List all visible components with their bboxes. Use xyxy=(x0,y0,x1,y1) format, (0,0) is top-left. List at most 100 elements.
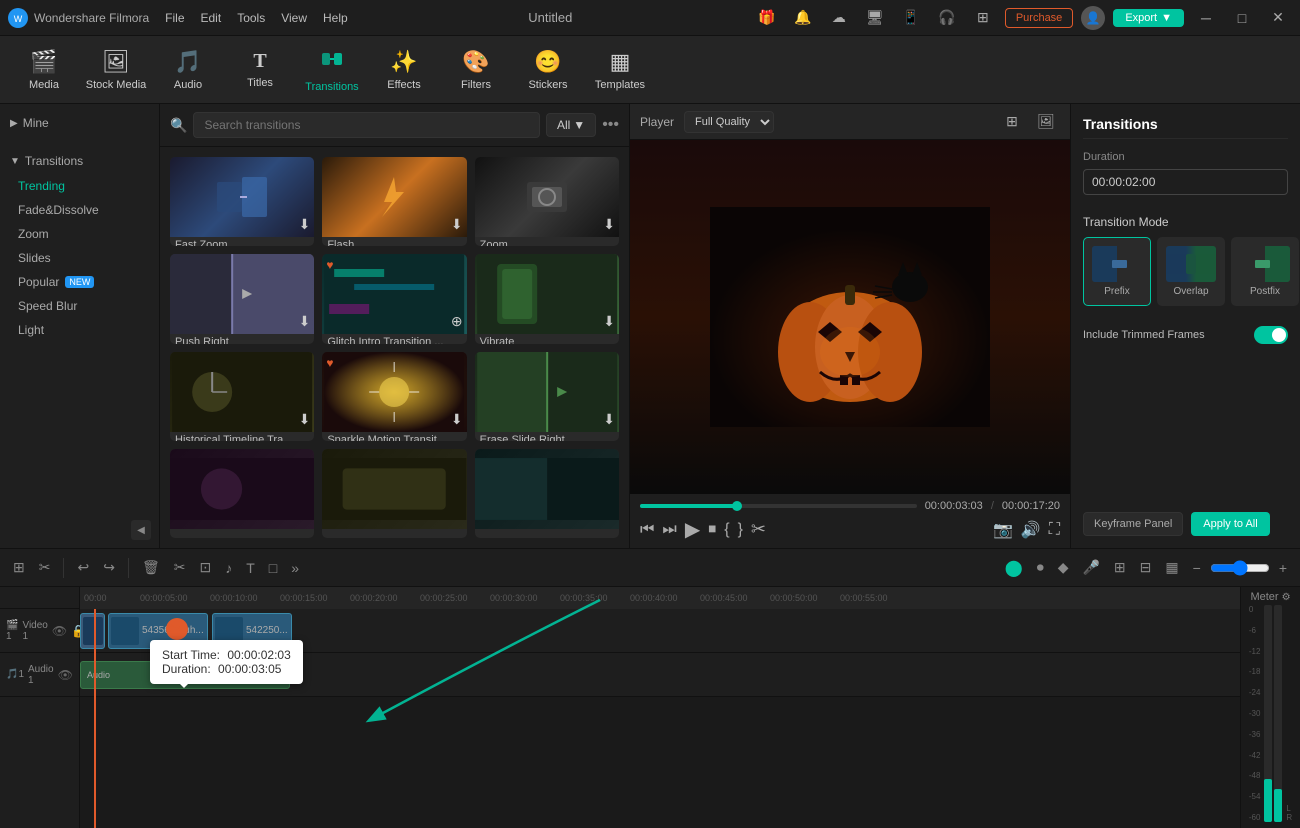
filter-dropdown[interactable]: All ▼ xyxy=(546,113,596,137)
tool-titles[interactable]: T Titles xyxy=(226,40,294,100)
video-clip-1[interactable] xyxy=(80,613,105,649)
close-button[interactable]: ✕ xyxy=(1264,7,1292,29)
minimize-button[interactable]: ─ xyxy=(1192,7,1220,29)
tool-templates[interactable]: ▦ Templates xyxy=(586,40,654,100)
zoom-in-button[interactable]: + xyxy=(1274,557,1292,579)
cloud-icon[interactable]: ☁ xyxy=(825,7,853,29)
menu-edit[interactable]: Edit xyxy=(201,11,222,25)
transition-item-flash[interactable]: ⬇ Flash xyxy=(322,157,466,246)
sidebar-item-popular[interactable]: Popular NEW xyxy=(0,270,159,294)
split-button[interactable]: ✂ xyxy=(751,519,766,540)
tool-stock-media[interactable]: 🖼 Stock Media xyxy=(82,40,150,100)
redo-button[interactable]: ↪ xyxy=(98,556,120,579)
mode-overlap[interactable]: Overlap xyxy=(1157,237,1225,306)
cut-button[interactable]: ✂ xyxy=(169,556,191,579)
sidebar-item-speedblur[interactable]: Speed Blur xyxy=(0,294,159,318)
tool-transitions[interactable]: Transitions xyxy=(298,40,366,100)
fullscreen-button[interactable]: ⛶ xyxy=(1049,521,1060,539)
sidebar-item-light[interactable]: Light xyxy=(0,318,159,342)
transition-item-row4a[interactable]: ... xyxy=(170,449,314,538)
delete-button[interactable]: 🗑 xyxy=(137,556,165,579)
player-screenshot-icon[interactable]: 🖼 xyxy=(1032,111,1060,133)
transition-item-fastzoom[interactable]: ⬇ Fast Zoom xyxy=(170,157,314,246)
volume-button[interactable]: 🔊 xyxy=(1021,520,1041,540)
tool-filters[interactable]: 🎨 Filters xyxy=(442,40,510,100)
playhead[interactable] xyxy=(94,609,96,828)
sidebar-mine-header[interactable]: ▶ Mine xyxy=(0,110,159,136)
transition-item-vibrate[interactable]: ⬇ Vibrate xyxy=(475,254,619,343)
marker-button[interactable]: ◆ xyxy=(1053,556,1074,579)
mode-prefix[interactable]: Prefix xyxy=(1083,237,1151,306)
more-tools-button[interactable]: » xyxy=(286,557,304,579)
green-circle-button[interactable]: ⬤ xyxy=(1000,555,1028,581)
smart-cutout-button[interactable]: ✂ xyxy=(34,556,56,579)
stop-button[interactable]: ⏹ xyxy=(708,521,716,539)
transition-item-pushright[interactable]: ⬇ Push Right xyxy=(170,254,314,343)
sidebar-item-trending[interactable]: Trending xyxy=(0,174,159,198)
export-button[interactable]: Export ▼ xyxy=(1113,9,1184,27)
record-button[interactable]: ⏺ xyxy=(1032,556,1049,579)
transition-item-erase[interactable]: ⬇ Erase Slide Right xyxy=(475,352,619,441)
tool-audio[interactable]: 🎵 Audio xyxy=(154,40,222,100)
mic-button[interactable]: 🎤 xyxy=(1077,556,1104,579)
meter-settings-icon[interactable]: ⚙ xyxy=(1282,592,1291,603)
sidebar-collapse-button[interactable]: ◀ xyxy=(131,520,151,540)
trimmed-toggle[interactable] xyxy=(1254,326,1288,344)
camera-button[interactable]: 📷 xyxy=(993,520,1013,540)
headphones-icon[interactable]: 🎧 xyxy=(933,7,961,29)
transition-item-sparkle[interactable]: ♥ ⬇ Sparkle Motion Transit ... xyxy=(322,352,466,441)
maximize-button[interactable]: □ xyxy=(1228,7,1256,29)
transition-item-glitch[interactable]: ♥ ⊕ Glitch Intro Transition ... xyxy=(322,254,466,343)
crop-button[interactable]: ⊡ xyxy=(194,556,216,579)
notification-icon[interactable]: 🔔 xyxy=(789,7,817,29)
scene-detect-button[interactable]: ⊞ xyxy=(8,556,30,579)
step-back-button[interactable]: ⏭ xyxy=(662,521,676,539)
sticker-button[interactable]: □ xyxy=(264,557,282,579)
transition-item-row4b[interactable]: ... xyxy=(322,449,466,538)
format-button[interactable]: ▦ xyxy=(1160,556,1183,579)
tool-stickers[interactable]: 😊 Stickers xyxy=(514,40,582,100)
mark-out-button[interactable]: } xyxy=(738,521,743,539)
grid-icon[interactable]: ⊞ xyxy=(969,7,997,29)
split-track-button[interactable]: ⊟ xyxy=(1135,556,1157,579)
audio-mix-button[interactable]: ♪ xyxy=(220,557,237,579)
sidebar-item-fadedissolve[interactable]: Fade&Dissolve xyxy=(0,198,159,222)
progress-bar[interactable] xyxy=(640,504,917,508)
zoom-out-button[interactable]: − xyxy=(1188,557,1206,579)
eye-icon[interactable]: 👁 xyxy=(52,624,67,638)
play-button[interactable]: ▶ xyxy=(685,517,700,542)
gift-icon[interactable]: 🎁 xyxy=(753,7,781,29)
sidebar-item-slides[interactable]: Slides xyxy=(0,246,159,270)
text-button[interactable]: T xyxy=(241,557,260,579)
progress-handle[interactable] xyxy=(732,501,742,511)
purchase-button[interactable]: Purchase xyxy=(1005,8,1073,28)
mark-in-button[interactable]: { xyxy=(724,521,729,539)
avatar-icon[interactable]: 👤 xyxy=(1081,6,1105,30)
tool-media[interactable]: 🎬 Media xyxy=(10,40,78,100)
go-to-start-button[interactable]: ⏮ xyxy=(640,521,654,539)
menu-tools[interactable]: Tools xyxy=(237,11,265,25)
more-options-button[interactable]: ••• xyxy=(602,116,619,134)
undo-button[interactable]: ↩ xyxy=(72,556,94,579)
eye-icon-a[interactable]: 👁 xyxy=(58,668,73,682)
keyframe-panel-button[interactable]: Keyframe Panel xyxy=(1083,512,1183,536)
menu-view[interactable]: View xyxy=(281,11,307,25)
duration-input[interactable] xyxy=(1083,169,1288,195)
tool-effects[interactable]: ✨ Effects xyxy=(370,40,438,100)
menu-file[interactable]: File xyxy=(165,11,184,25)
sidebar-item-zoom[interactable]: Zoom xyxy=(0,222,159,246)
sidebar-transitions-header[interactable]: ▼ Transitions xyxy=(0,148,159,174)
mode-postfix[interactable]: Postfix xyxy=(1231,237,1299,306)
zoom-slider[interactable] xyxy=(1210,560,1270,576)
transition-item-zoom[interactable]: ⬇ Zoom xyxy=(475,157,619,246)
quality-select[interactable]: Full Quality 1/2 Quality 1/4 Quality xyxy=(684,111,774,133)
monitor-icon[interactable]: 🖥 xyxy=(861,7,889,29)
menu-help[interactable]: Help xyxy=(323,11,348,25)
transition-item-historical[interactable]: ⬇ Historical Timeline Tra... xyxy=(170,352,314,441)
transition-item-row4c[interactable]: ... xyxy=(475,449,619,538)
search-input[interactable] xyxy=(193,112,540,138)
player-crop-icon[interactable]: ⊞ xyxy=(998,111,1026,133)
mobile-icon[interactable]: 📱 xyxy=(897,7,925,29)
apply-to-all-button[interactable]: Apply to All xyxy=(1191,512,1269,536)
overlay-button[interactable]: ⊞ xyxy=(1109,556,1131,579)
